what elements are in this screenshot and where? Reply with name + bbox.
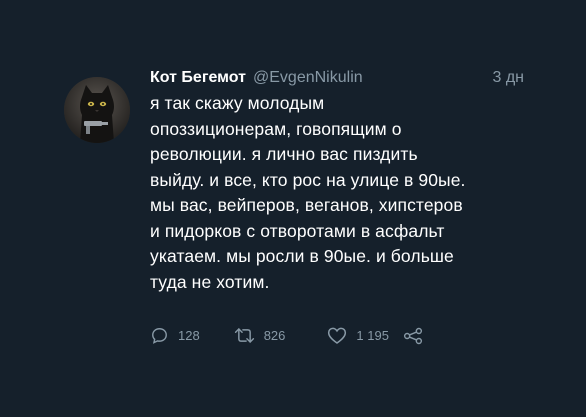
author-handle[interactable]: @EvgenNikulin (253, 68, 363, 88)
tweet-text-line: выйду. и все, кто рос на улице в 90ые. (150, 169, 466, 190)
reply-count: 128 (178, 328, 200, 343)
tweet-text-line: революции. я лично вас пиздить (150, 144, 418, 164)
tweet-text: я так скажу молодым опоззиционерам, гово… (150, 91, 534, 295)
tweet-text-line: и пидорков с отворотами в асфальт (150, 220, 445, 241)
tweet-text-line: укатаем. мы росли в 90ые. и больше (150, 246, 454, 266)
tweet-text-line: опоззиционерам, говопящим о (150, 118, 402, 139)
retweet-button[interactable]: 826 (234, 326, 286, 345)
avatar[interactable] (64, 77, 130, 143)
share-icon (403, 327, 422, 344)
author-name[interactable]: Кот Бегемот (150, 68, 246, 88)
retweet-count: 826 (263, 328, 286, 343)
reply-icon (152, 328, 167, 344)
tweet-text-line: мы вас, вейперов, веганов, хипстеров (150, 195, 463, 215)
heart-icon (328, 327, 347, 344)
tweet-actions: 128 826 1 195 (150, 326, 423, 345)
share-button[interactable] (403, 327, 423, 345)
tweet-content: Кот Бегемот @EvgenNikulin 3 дн я так ска… (150, 68, 534, 344)
reply-button[interactable]: 128 (150, 326, 200, 345)
tweet-header: Кот Бегемот @EvgenNikulin 3 дн (150, 68, 534, 88)
like-count: 1 195 (356, 328, 389, 343)
tweet-text-line: туда не хотим. (150, 271, 270, 292)
retweet-icon (234, 328, 254, 343)
tweet-timestamp[interactable]: 3 дн (492, 68, 534, 88)
tweet-text-line: я так скажу молодым (150, 93, 325, 113)
like-button[interactable]: 1 195 (327, 326, 389, 345)
